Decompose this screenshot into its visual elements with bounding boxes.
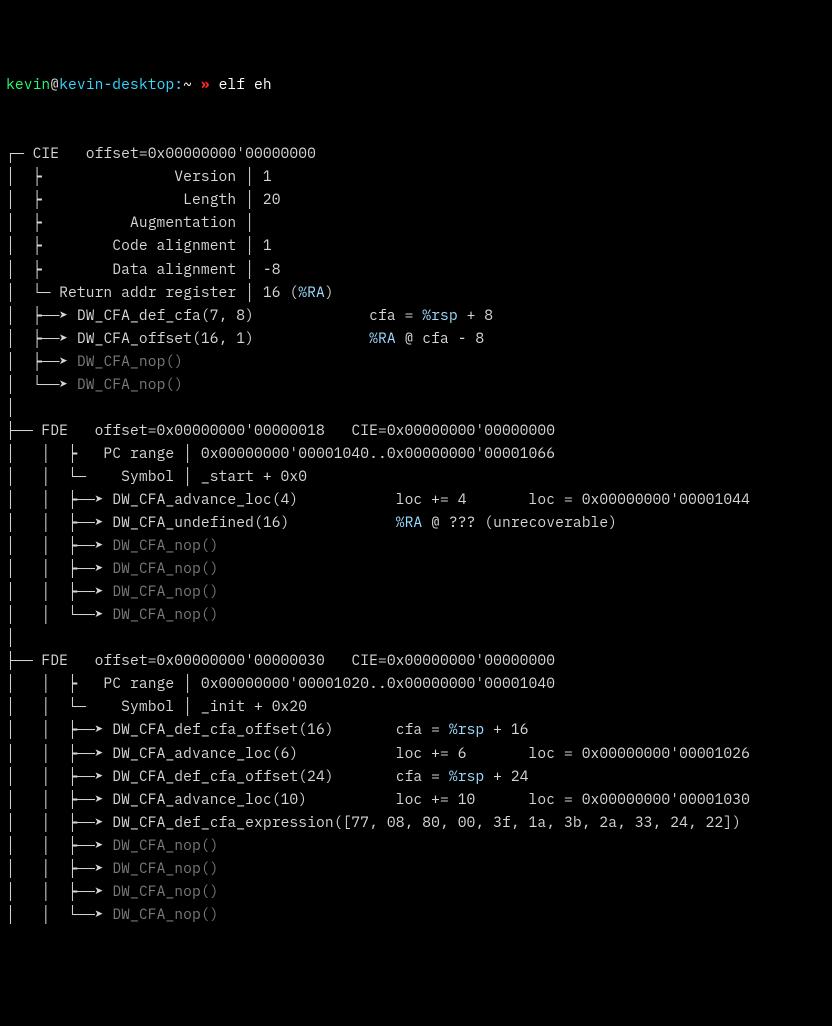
register-name: %RA — [396, 513, 423, 532]
prompt-line: kevin@kevin-desktop:~ » elf eh — [6, 75, 272, 94]
cie-nop: │ └──➤ DW_CFA_nop() — [6, 375, 183, 394]
fde-op: │ │ ┝──➤ DW_CFA_undefined(16) %RA @ ??? … — [6, 513, 617, 532]
cie-op: │ ┝──➤ DW_CFA_def_cfa(7, 8) cfa = %rsp +… — [6, 306, 493, 325]
register-name: %rsp — [449, 767, 484, 786]
cie-length: │ ┝ Length │ 20 — [6, 190, 281, 209]
fde-op: │ │ ┝──➤ DW_CFA_def_cfa_offset(16) cfa =… — [6, 720, 529, 739]
fde-symbol: │ │ └─ Symbol │ _init + 0x20 — [6, 697, 307, 716]
terminal-output: kevin@kevin-desktop:~ » elf eh ┌─ CIE of… — [6, 73, 832, 926]
register-name: %RA — [369, 329, 396, 348]
line: │ — [6, 398, 15, 417]
fde-op: │ │ ┝──➤ DW_CFA_advance_loc(10) loc += 1… — [6, 790, 750, 809]
cie-augmentation: │ ┝ Augmentation │ — [6, 213, 254, 232]
line: │ — [6, 628, 15, 647]
fde-pc-range: │ │ ┝ PC range │ 0x00000000'00001040..0x… — [6, 444, 555, 463]
prompt-path: ~ — [183, 75, 192, 94]
fde-nop: │ │ ┝──➤ DW_CFA_nop() — [6, 836, 219, 855]
fde-op: │ │ ┝──➤ DW_CFA_advance_loc(4) loc += 4 … — [6, 490, 750, 509]
fde-nop: │ │ ┝──➤ DW_CFA_nop() — [6, 582, 219, 601]
prompt-command: elf eh — [219, 75, 272, 94]
fde-header: ├── FDE offset=0x00000000'00000018 CIE=0… — [6, 421, 555, 440]
fde-nop: │ │ ┝──➤ DW_CFA_nop() — [6, 536, 219, 555]
register-name: %rsp — [422, 306, 457, 325]
register-name: %rsp — [449, 720, 484, 739]
cie-version: │ ┝ Version │ 1 — [6, 167, 272, 186]
fde-header: ├── FDE offset=0x00000000'00000030 CIE=0… — [6, 651, 555, 670]
fde-op: │ │ ┝──➤ DW_CFA_advance_loc(6) loc += 6 … — [6, 744, 750, 763]
fde-symbol: │ │ └─ Symbol │ _start + 0x0 — [6, 467, 307, 486]
fde-nop: │ │ ┝──➤ DW_CFA_nop() — [6, 859, 219, 878]
prompt-at: @ — [50, 75, 59, 94]
fde-nop: │ │ ┝──➤ DW_CFA_nop() — [6, 882, 219, 901]
cie-nop: │ ┝──➤ DW_CFA_nop() — [6, 352, 183, 371]
prompt-arrows: » — [201, 75, 210, 94]
cie-code-alignment: │ ┝ Code alignment │ 1 — [6, 236, 272, 255]
fde-op: │ │ ┝──➤ DW_CFA_def_cfa_expression([77, … — [6, 813, 741, 832]
cie-data-alignment: │ ┝ Data alignment │ -8 — [6, 260, 281, 279]
fde-nop: │ │ └──➤ DW_CFA_nop() — [6, 605, 219, 624]
cie-header: ┌─ CIE offset=0x00000000'00000000 — [6, 144, 316, 163]
prompt-host: kevin-desktop — [59, 75, 174, 94]
register-name: %RA — [298, 283, 325, 302]
fde-nop: │ │ └──➤ DW_CFA_nop() — [6, 905, 219, 924]
cie-op: │ ┝──➤ DW_CFA_offset(16, 1) %RA @ cfa - … — [6, 329, 484, 348]
fde-op: │ │ ┝──➤ DW_CFA_def_cfa_offset(24) cfa =… — [6, 767, 529, 786]
cie-return-addr: │ └─ Return addr register │ 16 (%RA) — [6, 283, 334, 302]
fde-pc-range: │ │ ┝ PC range │ 0x00000000'00001020..0x… — [6, 674, 555, 693]
fde-nop: │ │ ┝──➤ DW_CFA_nop() — [6, 559, 219, 578]
prompt-colon: : — [174, 75, 183, 94]
prompt-user: kevin — [6, 75, 50, 94]
